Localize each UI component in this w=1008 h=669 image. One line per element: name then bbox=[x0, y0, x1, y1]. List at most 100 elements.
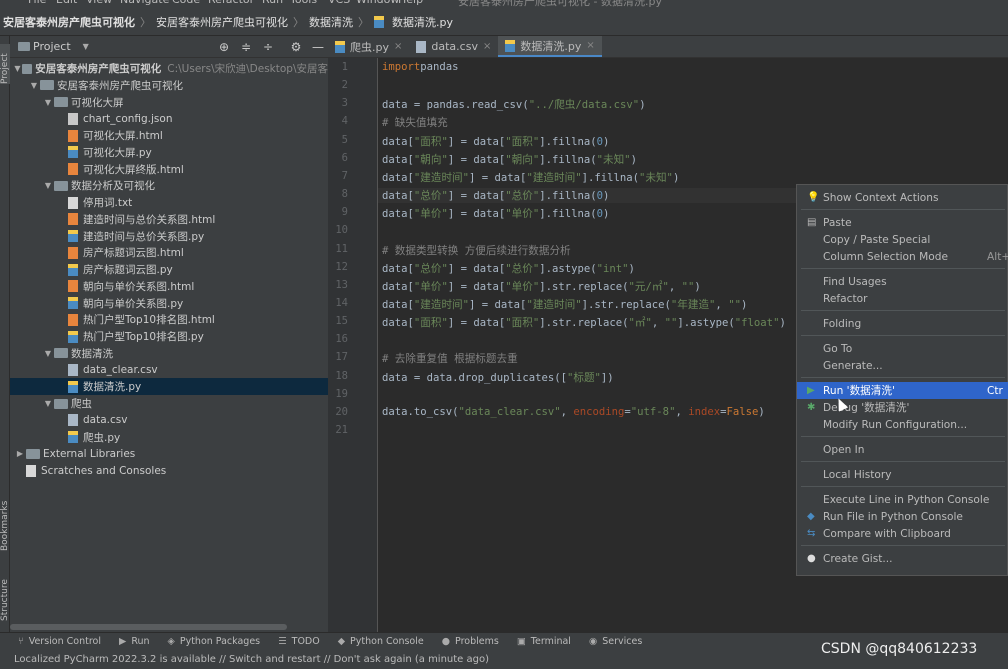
editor-tab[interactable]: 数据清洗.py × bbox=[498, 36, 602, 57]
chevron-down-icon[interactable]: ▼ bbox=[42, 98, 54, 107]
gear-icon[interactable]: ⚙ bbox=[289, 40, 303, 54]
context-menu-item[interactable]: ⇆ Compare with Clipboard bbox=[797, 525, 1008, 542]
tree-item[interactable]: 爬虫.py bbox=[10, 429, 328, 446]
tree-item[interactable]: 可视化大屏终版.html bbox=[10, 161, 328, 178]
chevron-down-icon[interactable]: ▼ bbox=[42, 349, 54, 358]
context-menu-item[interactable]: Find Usages bbox=[797, 273, 1008, 290]
tree-item[interactable]: ▼ 可视化大屏 bbox=[10, 94, 328, 111]
tree-item[interactable]: 数据清洗.py bbox=[10, 378, 328, 396]
context-menu-item[interactable]: ● Create Gist... bbox=[797, 550, 1008, 567]
python-icon: ◆ bbox=[807, 511, 815, 522]
context-menu-item[interactable]: 💡 Show Context Actions bbox=[797, 189, 1008, 206]
context-menu-item[interactable]: ▶ Run '数据清洗' Ctr bbox=[797, 382, 1008, 399]
tool-tab[interactable]: ▶ Run bbox=[119, 636, 150, 647]
tool-tab[interactable]: ◆ Python Console bbox=[338, 636, 424, 647]
tree-item-label: 房产标题词云图.py bbox=[83, 264, 173, 276]
context-menu-item[interactable]: Execute Line in Python Console bbox=[797, 491, 1008, 508]
context-menu-item[interactable]: Column Selection Mode Alt+ bbox=[797, 248, 1008, 265]
menu-item-help[interactable]: Help bbox=[398, 0, 423, 6]
code-line: data["单价"] = data["单价"].fillna(0) bbox=[382, 206, 609, 221]
tree-item[interactable]: ▼ 安居客泰州房产爬虫可视化 bbox=[10, 77, 328, 94]
tree-item[interactable]: 建造时间与总价关系图.py bbox=[10, 228, 328, 245]
menu-item-vcs[interactable]: VCS bbox=[328, 0, 350, 6]
context-menu-item[interactable]: Folding bbox=[797, 315, 1008, 332]
context-menu-item[interactable]: Modify Run Configuration... bbox=[797, 416, 1008, 433]
tree-item[interactable]: data.csv bbox=[10, 412, 328, 429]
menu-item-view[interactable]: View bbox=[86, 0, 112, 6]
project-tool-button[interactable]: Project bbox=[0, 44, 10, 84]
menu-item-navigate[interactable]: Navigate bbox=[120, 0, 169, 6]
context-menu-item[interactable]: ▤ Paste bbox=[797, 214, 1008, 231]
structure-tool-button[interactable]: Structure bbox=[0, 566, 10, 621]
tree-item[interactable]: chart_config.json bbox=[10, 110, 328, 127]
menu-item-code[interactable]: Code bbox=[172, 0, 200, 6]
code-token: "单价" bbox=[505, 280, 540, 293]
breadcrumb-subfolder[interactable]: 数据清洗 bbox=[306, 14, 356, 30]
close-icon[interactable]: × bbox=[586, 40, 594, 51]
menu-item-tools[interactable]: Tools bbox=[290, 0, 317, 6]
expand-all-icon[interactable]: ≑ bbox=[239, 40, 253, 54]
tool-tab[interactable]: ▣ Terminal bbox=[517, 636, 571, 647]
tool-tab[interactable]: ● Problems bbox=[442, 636, 499, 647]
code-token: ].fillna( bbox=[581, 171, 639, 184]
tree-item[interactable]: 热门户型Top10排名图.py bbox=[10, 328, 328, 345]
tree-item[interactable]: ▼ 数据清洗 bbox=[10, 345, 328, 362]
breadcrumb-folder[interactable]: 安居客泰州房产爬虫可视化 bbox=[153, 14, 291, 30]
tree-item[interactable]: 建造时间与总价关系图.html bbox=[10, 211, 328, 228]
context-menu-item[interactable]: ◆ Run File in Python Console bbox=[797, 508, 1008, 525]
hide-panel-icon[interactable]: — bbox=[311, 40, 325, 54]
python-file-icon bbox=[505, 39, 516, 52]
tool-tab[interactable]: ◉ Services bbox=[589, 636, 642, 647]
tree-item[interactable]: ▼ 数据分析及可视化 bbox=[10, 177, 328, 194]
tree-item[interactable]: 可视化大屏.py bbox=[10, 144, 328, 161]
breadcrumb-project[interactable]: 安居客泰州房产爬虫可视化 bbox=[0, 14, 138, 30]
code-token: "utf-8" bbox=[630, 405, 676, 418]
collapse-all-icon[interactable]: ÷ bbox=[261, 40, 275, 54]
breadcrumb-file[interactable]: 数据清洗.py bbox=[389, 14, 456, 30]
chevron-down-icon[interactable]: ▼ bbox=[28, 81, 40, 90]
tree-item[interactable]: ▼ 爬虫 bbox=[10, 395, 328, 412]
horizontal-scrollbar[interactable] bbox=[10, 624, 287, 630]
chevron-down-icon[interactable]: ▼ bbox=[13, 64, 22, 73]
menu-item-file[interactable]: File bbox=[28, 0, 46, 6]
tree-item[interactable]: 房产标题词云图.py bbox=[10, 261, 328, 278]
chevron-down-icon[interactable]: ▼ bbox=[83, 42, 89, 51]
context-menu-item[interactable]: Local History bbox=[797, 466, 1008, 483]
tool-tab[interactable]: ⑂ Version Control bbox=[18, 636, 101, 647]
tree-item[interactable]: ▶ External Libraries bbox=[10, 445, 328, 462]
chevron-down-icon[interactable]: ▼ bbox=[42, 181, 54, 190]
context-menu-item[interactable]: Generate... bbox=[797, 357, 1008, 374]
chevron-right-icon[interactable]: ▶ bbox=[14, 449, 26, 458]
tool-tab[interactable]: ◈ Python Packages bbox=[168, 636, 261, 647]
locate-icon[interactable]: ⊕ bbox=[217, 40, 231, 54]
chevron-down-icon[interactable]: ▼ bbox=[42, 399, 54, 408]
editor-tab[interactable]: data.csv × bbox=[409, 36, 498, 57]
menu-item-refactor[interactable]: Refactor bbox=[208, 0, 254, 6]
editor-tab[interactable]: 爬虫.py × bbox=[328, 36, 409, 57]
context-menu-item[interactable]: Copy / Paste Special bbox=[797, 231, 1008, 248]
context-menu-item[interactable]: Refactor bbox=[797, 290, 1008, 307]
menu-item-run[interactable]: Run bbox=[262, 0, 283, 6]
tree-item[interactable]: 停用词.txt bbox=[10, 194, 328, 211]
html-file-icon bbox=[68, 280, 78, 293]
context-menu-item[interactable]: Go To bbox=[797, 340, 1008, 357]
tree-item[interactable]: 朝向与单价关系图.html bbox=[10, 278, 328, 295]
tree-item[interactable]: 朝向与单价关系图.py bbox=[10, 295, 328, 312]
menu-item-window[interactable]: Window bbox=[356, 0, 399, 6]
tree-item[interactable]: data_clear.csv bbox=[10, 362, 328, 379]
tool-tab[interactable]: ☰ TODO bbox=[278, 636, 320, 647]
tree-item[interactable]: 房产标题词云图.html bbox=[10, 244, 328, 261]
project-panel-title[interactable]: Project bbox=[33, 40, 71, 53]
context-menu-item[interactable]: Open In bbox=[797, 441, 1008, 458]
tree-item[interactable]: Scratches and Consoles bbox=[10, 462, 328, 479]
bookmarks-tool-button[interactable]: Bookmarks bbox=[0, 491, 10, 551]
context-menu-item[interactable]: ✱ Debug '数据清洗' bbox=[797, 399, 1008, 416]
tree-item[interactable]: 可视化大屏.html bbox=[10, 127, 328, 144]
menu-item-edit[interactable]: Edit bbox=[56, 0, 77, 6]
close-icon[interactable]: × bbox=[483, 41, 491, 52]
csv-file-icon bbox=[68, 414, 78, 427]
tree-item[interactable]: 热门户型Top10排名图.html bbox=[10, 311, 328, 328]
status-message[interactable]: Localized PyCharm 2022.3.2 is available … bbox=[14, 654, 489, 665]
close-icon[interactable]: × bbox=[394, 41, 402, 52]
tree-item[interactable]: ▼ 安居客泰州房产爬虫可视化 C:\Users\宋欣迪\Desktop\安居客 bbox=[10, 60, 328, 77]
